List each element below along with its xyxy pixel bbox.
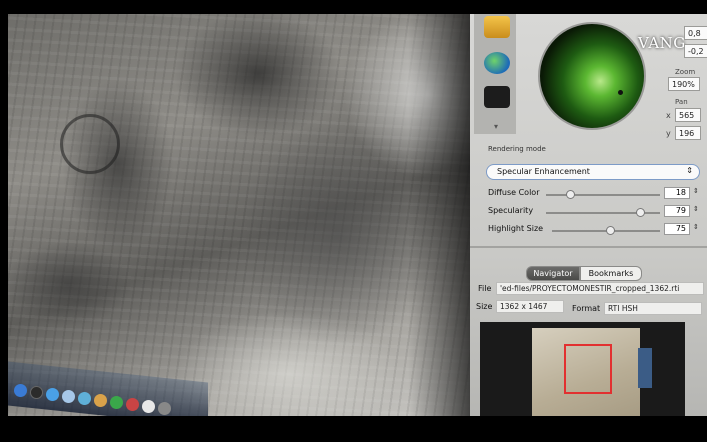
size-label: Size: [476, 302, 493, 311]
light-direction-sphere[interactable]: [538, 22, 646, 130]
globe-icon[interactable]: [484, 52, 510, 74]
specularity-value[interactable]: 79: [664, 205, 690, 217]
light-y-field[interactable]: -0,2: [684, 44, 707, 58]
highlight-size-value[interactable]: 75: [664, 223, 690, 235]
pan-y-label: y: [666, 129, 671, 138]
diffuse-color-value[interactable]: 18: [664, 187, 690, 199]
seal-mark: [60, 114, 120, 174]
system-preferences-icon[interactable]: [158, 402, 171, 415]
tab-navigator[interactable]: Navigator: [526, 266, 580, 281]
diffuse-color-slider-row: Diffuse Color 18 ⇕: [488, 187, 699, 202]
navigator-thumbnail-edge: [638, 348, 652, 388]
specularity-knob[interactable]: [636, 208, 645, 217]
light-x-field[interactable]: 0,8: [684, 26, 707, 40]
diffuse-color-track[interactable]: [546, 194, 660, 196]
safari-icon[interactable]: [46, 388, 59, 401]
specularity-stepper[interactable]: ⇕: [693, 205, 699, 213]
tab-bookmarks[interactable]: Bookmarks: [580, 266, 642, 281]
navigator-viewport-rectangle[interactable]: [564, 344, 612, 394]
itunes-icon[interactable]: [78, 392, 91, 405]
preview-icon[interactable]: [126, 398, 139, 411]
watermark-logo: VANG: [638, 34, 686, 52]
rendering-mode-label: Rendering mode: [488, 145, 546, 153]
video-letterbox-bottom: [0, 416, 707, 442]
dashboard-icon[interactable]: [30, 386, 43, 399]
rendering-mode-select[interactable]: Specular Enhancement ⇕: [486, 164, 700, 180]
file-path-field: 'ed-files/PROYECTOMONESTIR_cropped_1362.…: [496, 282, 704, 295]
select-arrows-icon: ⇕: [686, 166, 693, 175]
highlight-size-stepper[interactable]: ⇕: [693, 223, 699, 231]
photos-icon[interactable]: [94, 394, 107, 407]
folder-icon[interactable]: [484, 16, 510, 38]
specularity-slider-row: Specularity 79 ⇕: [488, 205, 699, 220]
zoom-label: Zoom: [675, 68, 696, 76]
specularity-label: Specularity: [488, 206, 534, 215]
diffuse-color-label: Diffuse Color: [488, 188, 540, 197]
format-field: RTI HSH: [604, 302, 702, 315]
zoom-field[interactable]: 190%: [668, 77, 700, 91]
highlight-size-label: Highlight Size: [488, 224, 544, 233]
highlight-size-knob[interactable]: [606, 226, 615, 235]
document-image-viewport[interactable]: [8, 14, 470, 416]
rendering-mode-value: Specular Enhancement: [497, 167, 590, 176]
chevron-down-icon[interactable]: ▾: [494, 122, 498, 131]
finder-icon[interactable]: [14, 384, 27, 397]
camera-icon[interactable]: [484, 86, 510, 108]
highlight-size-slider-row: Highlight Size 75 ⇕: [488, 223, 699, 238]
file-label: File: [478, 284, 492, 293]
diffuse-color-knob[interactable]: [566, 190, 575, 199]
tool-strip: ▾: [474, 14, 516, 134]
facetime-icon[interactable]: [110, 396, 123, 409]
pan-x-field[interactable]: 565: [675, 108, 701, 122]
calendar-icon[interactable]: [142, 400, 155, 413]
light-direction-handle[interactable]: [618, 90, 623, 95]
rti-viewer-side-panel: ▾ VANG 0,8 -0,2 Zoom 190% Pan x 565 y 19…: [470, 14, 707, 416]
format-label: Format: [572, 304, 601, 313]
diffuse-color-stepper[interactable]: ⇕: [693, 187, 699, 195]
size-field: 1362 x 1467: [496, 300, 564, 313]
video-letterbox-top: [0, 0, 707, 14]
panel-divider: [470, 246, 707, 248]
viewport-shadow-edge: [408, 14, 470, 416]
pan-x-label: x: [666, 111, 671, 120]
pan-y-field[interactable]: 196: [675, 126, 701, 140]
pan-label: Pan: [675, 98, 688, 106]
mail-icon[interactable]: [62, 390, 75, 403]
